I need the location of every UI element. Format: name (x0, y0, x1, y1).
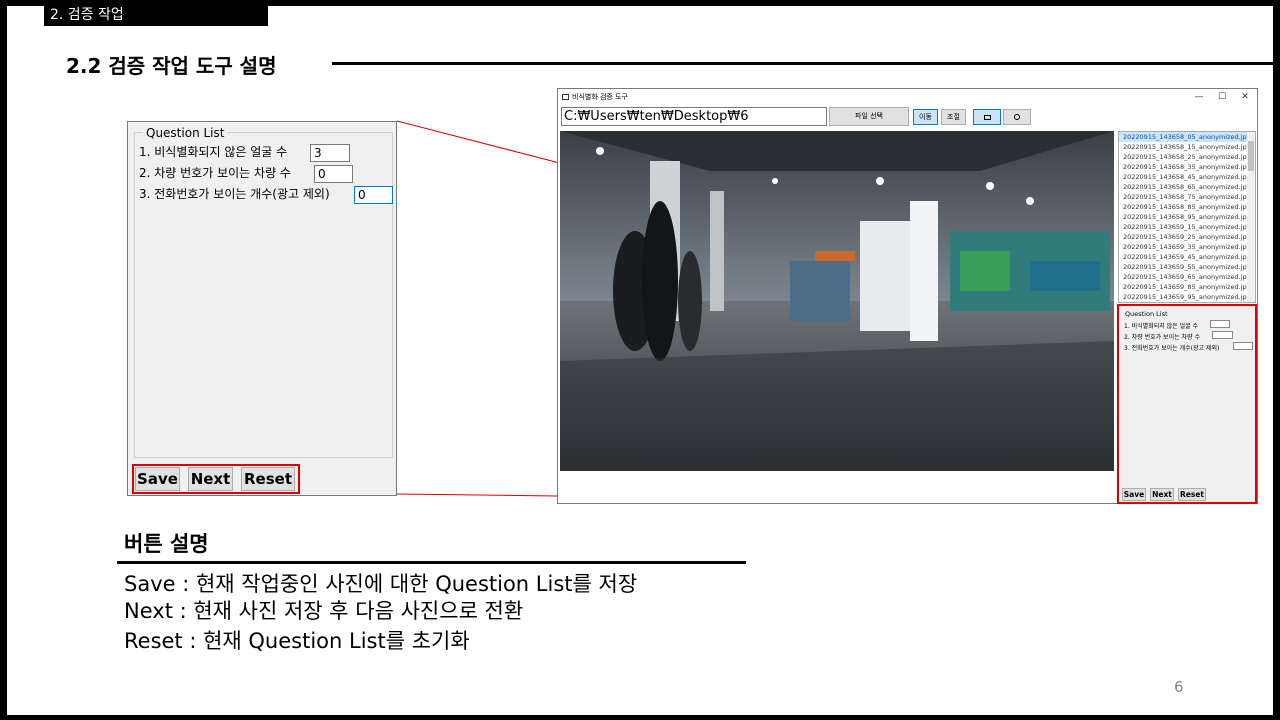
question-3-input[interactable]: 0 (354, 186, 393, 204)
file-list-item[interactable]: 20220915_143658_35_anonymized.jpg (1119, 162, 1255, 172)
window-title: 비식별화 검증 도구 (572, 93, 628, 101)
file-list-item[interactable]: 20220915_143658_95_anonymized.jpg (1119, 212, 1255, 222)
description-save: Save : 현재 작업중인 사진에 대한 Question List를 저장 (124, 572, 638, 596)
file-list-item[interactable]: 20220915_143658_25_anonymized.jpg (1119, 152, 1255, 162)
file-list-item[interactable]: 20220915_143658_75_anonymized.jpg (1119, 192, 1255, 202)
circle-tool-button[interactable] (1003, 109, 1031, 125)
rect-tool-button[interactable] (973, 109, 1001, 125)
next-button[interactable]: Next (188, 467, 233, 491)
page-number: 6 (1174, 678, 1184, 696)
description-next: Next : 현재 사진 저장 후 다음 사진으로 전환 (124, 599, 524, 623)
mini-question-3-input[interactable] (1233, 342, 1253, 350)
reset-button[interactable]: Reset (241, 467, 295, 491)
question-2-input[interactable]: 0 (314, 165, 353, 183)
mini-question-2-label: 2. 차량 번호가 보이는 차량 수 (1124, 334, 1200, 341)
file-list[interactable]: 20220915_143658_05_anonymized.jpg 2022091… (1118, 131, 1256, 303)
minimize-icon[interactable]: — (1188, 89, 1210, 105)
mini-save-button[interactable]: Save (1122, 488, 1146, 501)
question-list-legend: Question List (143, 126, 228, 140)
file-list-item[interactable]: 20220915_143659_35_anonymized.jpg (1119, 242, 1255, 252)
mini-question-1-input[interactable] (1210, 320, 1230, 328)
mini-question-1-label: 1. 비식별화되지 않은 얼굴 수 (1124, 323, 1199, 330)
description-divider (117, 561, 746, 564)
file-list-item[interactable]: 20220915_143659_25_anonymized.jpg (1119, 232, 1255, 242)
question-1-label: 1. 비식별화되지 않은 얼굴 수 (139, 145, 288, 159)
circle-icon (1014, 114, 1020, 120)
scrollbar-thumb[interactable] (1248, 141, 1254, 171)
file-list-item[interactable]: 20220915_143659_55_anonymized.jpg (1119, 262, 1255, 272)
file-list-item[interactable]: 20220915_143658_85_anonymized.jpg (1119, 202, 1255, 212)
question-panel-zoom: Question List 1. 비식별화되지 않은 얼굴 수 3 2. 차량 … (127, 121, 397, 496)
section-tag: 2. 검증 작업 (44, 6, 268, 26)
file-list-item[interactable]: 20220915_143658_45_anonymized.jpg (1119, 172, 1255, 182)
file-list-item[interactable]: 20220915_143659_15_anonymized.jpg (1119, 222, 1255, 232)
file-list-item[interactable]: 20220915_143659_85_anonymized.jpg (1119, 282, 1255, 292)
heading-divider (332, 62, 1280, 65)
photo-preview[interactable] (560, 131, 1114, 471)
mini-question-3-label: 3. 전화번호가 보이는 개수(광고 제외) (1124, 345, 1220, 352)
question-3-label: 3. 전화번호가 보이는 개수(광고 제외) (139, 187, 330, 201)
question-list-group: Question List 1. 비식별화되지 않은 얼굴 수 3 2. 차량 … (134, 126, 393, 458)
question-2-label: 2. 차량 번호가 보이는 차량 수 (139, 166, 291, 180)
window-titlebar: 비식별화 검증 도구 — ☐ ✕ (558, 89, 1257, 105)
file-list-item[interactable]: 20220915_143659_65_anonymized.jpg (1119, 272, 1255, 282)
file-list-item[interactable]: 20220915_143659_45_anonymized.jpg (1119, 252, 1255, 262)
description-reset: Reset : 현재 Question List를 초기화 (124, 629, 470, 653)
file-list-item[interactable]: 20220915_143659_95_anonymized.jpg (1119, 292, 1255, 302)
page-title: 2.2 검증 작업 도구 설명 (66, 54, 277, 78)
close-icon[interactable]: ✕ (1234, 89, 1256, 105)
file-select-button[interactable]: 파일 선택 (829, 107, 909, 126)
mini-reset-button[interactable]: Reset (1178, 488, 1206, 501)
adjust-button[interactable]: 조절 (941, 109, 966, 125)
mini-question-2-input[interactable] (1212, 331, 1233, 339)
rectangle-icon (983, 114, 991, 120)
app-icon (562, 94, 569, 100)
app-window: 비식별화 검증 도구 — ☐ ✕ C:₩Users₩ten₩Desktop₩6 … (557, 88, 1258, 504)
description-title: 버튼 설명 (124, 532, 209, 556)
mini-question-legend: Question List (1125, 310, 1168, 318)
file-list-item[interactable]: 20220915_143658_65_anonymized.jpg (1119, 182, 1255, 192)
question-panel-mini: Question List 1. 비식별화되지 않은 얼굴 수 2. 차량 번호… (1117, 304, 1257, 504)
file-list-item[interactable]: 20220915_143658_15_anonymized.jpg (1119, 142, 1255, 152)
save-button[interactable]: Save (135, 467, 180, 491)
maximize-icon[interactable]: ☐ (1211, 89, 1233, 105)
question-1-input[interactable]: 3 (310, 144, 350, 162)
mini-next-button[interactable]: Next (1150, 488, 1174, 501)
move-button[interactable]: 이동 (913, 109, 938, 125)
path-field[interactable]: C:₩Users₩ten₩Desktop₩6 (561, 107, 827, 126)
file-list-item[interactable]: 20220915_143658_05_anonymized.jpg (1119, 132, 1255, 142)
file-list-scrollbar[interactable] (1247, 132, 1255, 302)
